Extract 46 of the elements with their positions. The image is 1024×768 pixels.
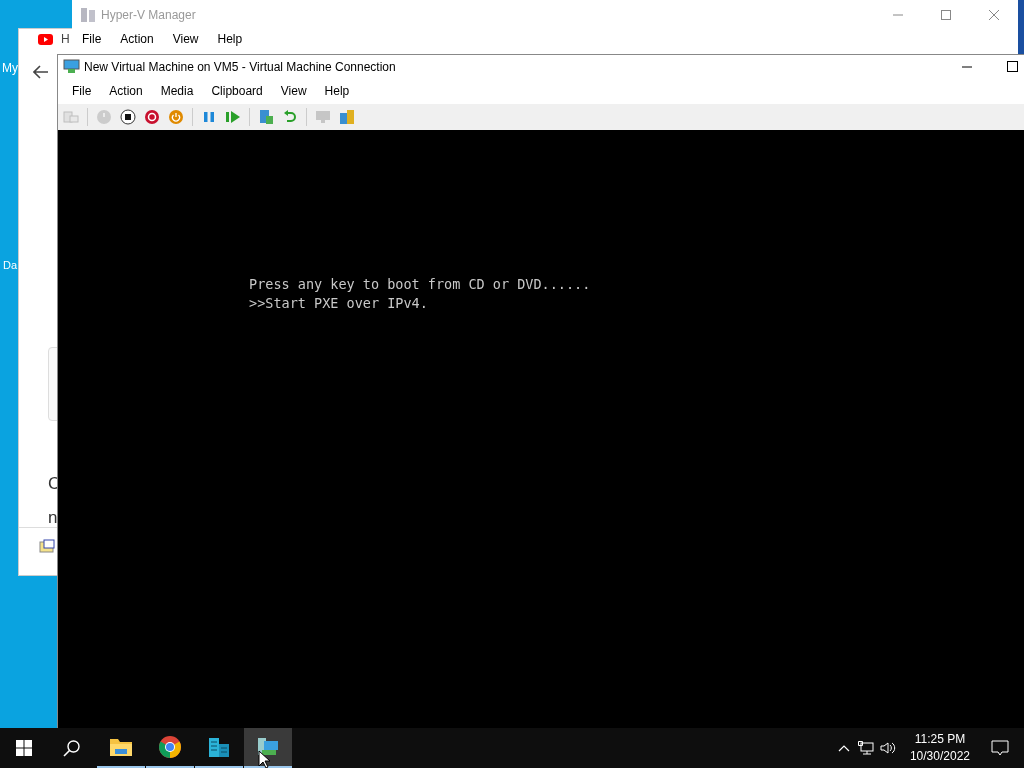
console-line: >>Start PXE over IPv4. [249,294,429,313]
notification-icon[interactable] [991,739,1009,757]
menu-item[interactable]: Action [104,82,148,100]
taskbar-app-button[interactable] [244,728,292,768]
revert-icon[interactable] [282,109,298,125]
clock-date[interactable]: 10/30/2022 [909,748,970,765]
network-icon[interactable] [857,741,874,755]
monitor-icon [63,59,80,74]
server-icon [207,735,231,759]
close-icon[interactable] [989,10,999,20]
menu-item[interactable]: View [275,82,312,100]
window-title: New Virtual Machine on VM5 - Virtual Machine Connection [84,58,396,76]
back-arrow-icon[interactable] [33,65,49,79]
windows-start-icon[interactable] [16,740,32,756]
window-title: Hyper-V Manager [101,7,196,24]
menu-item[interactable]: File [67,82,97,100]
share-icon[interactable] [339,109,355,125]
desktop-icon-label: My [2,60,18,77]
video-play-icon [38,33,53,45]
menu-item[interactable]: Media [155,82,199,100]
search-icon[interactable] [63,739,81,757]
tab-title[interactable]: H [61,30,70,48]
menu-item[interactable]: Help [213,30,247,48]
speaker-icon[interactable] [879,741,896,755]
clock-time[interactable]: 11:25 PM [914,731,966,748]
desktop-icon-label: Da [3,258,18,273]
turn-off-icon[interactable] [120,109,136,125]
disc-file-icon [39,539,55,553]
body-text: n [48,507,58,529]
folder-icon [109,737,133,757]
checkpoint-icon[interactable] [258,109,274,125]
chevron-up-icon[interactable] [837,744,850,752]
mouse-cursor-icon [258,750,270,768]
save-icon[interactable] [168,109,184,125]
menu-item[interactable]: Help [319,82,355,100]
resume-icon[interactable] [225,109,241,125]
menu-item[interactable]: Action [116,30,158,48]
browser-icon [158,735,182,759]
console-line: Press any key to boot from CD or DVD...... [249,275,592,294]
menu-item[interactable]: File [78,30,106,48]
maximize-icon[interactable] [1007,61,1018,72]
menu-item[interactable]: Clipboard [206,82,268,100]
shut-down-icon[interactable] [144,109,160,125]
server-rack-icon [80,7,98,23]
menu-item[interactable]: View [168,30,203,48]
pause-icon[interactable] [201,109,217,125]
